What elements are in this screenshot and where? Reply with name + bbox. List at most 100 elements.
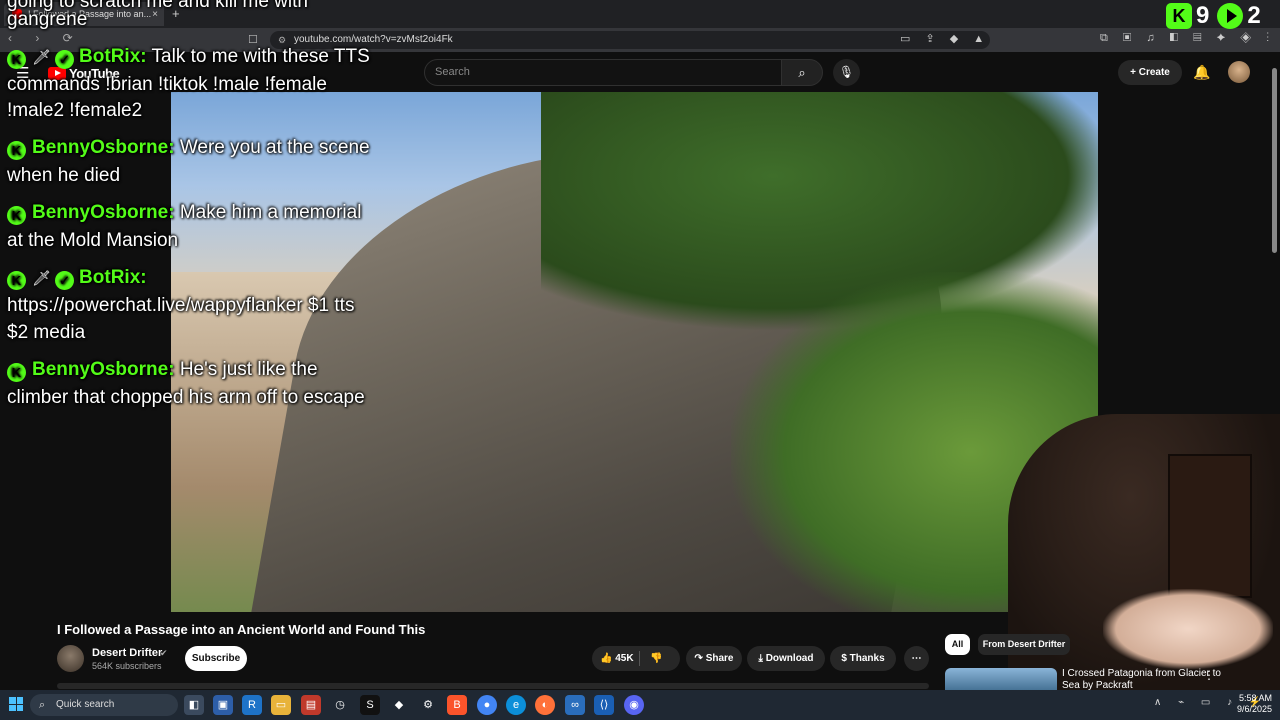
video-title: I Followed a Passage into an Ancient Wor… — [57, 622, 426, 637]
share-label: Share — [705, 653, 734, 664]
chat-text: Talk to me with these TTS — [151, 46, 370, 67]
kick-badge-icon: K — [7, 206, 26, 225]
chat-text-line: commands !brian !tiktok !male !female — [7, 74, 327, 95]
kick-badge-icon: K — [7, 271, 26, 290]
taskbar-app-icon[interactable]: R — [242, 695, 262, 715]
notifications-bell-icon[interactable]: 🔔 — [1193, 64, 1210, 81]
share-icon: ↷ — [694, 653, 703, 664]
taskbar-search[interactable]: ⌕ Quick search — [30, 694, 178, 716]
windows-start-icon[interactable] — [9, 697, 23, 711]
subscriber-count: 564K subscribers — [92, 661, 162, 671]
download-label: Download — [765, 653, 814, 664]
subscribe-button[interactable]: Subscribe — [185, 646, 247, 671]
kick-badge-icon: K — [7, 50, 26, 69]
clock-date: 9/6/2025 — [1236, 704, 1272, 714]
chat-text: He's just like the — [179, 359, 318, 380]
kick-play-icon — [1217, 3, 1244, 29]
chat-username: BennyOsborne: — [32, 137, 175, 158]
thanks-label: Thanks — [849, 653, 885, 664]
kick-badge-icon: K — [7, 363, 26, 382]
taskbar-app-icon[interactable]: ◧ — [184, 695, 204, 715]
taskbar-clock[interactable]: 5:58 AM 9/6/2025 — [1230, 693, 1272, 715]
firefox-icon[interactable]: ◐ — [535, 695, 555, 715]
chat-username: BotRix: — [79, 267, 147, 288]
sword-badge-icon: 🗡 — [32, 49, 52, 66]
edge-icon[interactable]: e — [506, 695, 526, 715]
chrome-icon[interactable]: ● — [477, 695, 497, 715]
sword-badge-icon: 🗡 — [32, 270, 52, 287]
chat-text-line: when he died — [7, 165, 121, 186]
verified-check-icon: ✔ — [160, 648, 168, 658]
extensions-icons[interactable]: ⧉ ▣ ♫ ◧ ▤ ✦ ◈ ⋮ — [1100, 32, 1275, 45]
taskbar-app-icon[interactable]: ▣ — [213, 695, 233, 715]
taskbar-search-label: Quick search — [56, 699, 115, 710]
taskbar-app-icon[interactable]: S — [360, 695, 380, 715]
verified-badge-icon: ✓ — [55, 50, 75, 69]
chat-username: BennyOsborne: — [32, 359, 175, 380]
more-actions-button[interactable]: ⋯ — [904, 646, 929, 671]
address-actions-icons[interactable]: ▭ ⇪ ◆ ▲ — [900, 32, 990, 45]
dislike-button[interactable]: 👎 — [650, 646, 662, 671]
taskbar-app-icon[interactable]: ⚙ — [418, 695, 438, 715]
kick-logo-icon: K — [1166, 3, 1192, 29]
chat-username: BennyOsborne: — [32, 202, 175, 223]
taskbar-app-icon[interactable]: ◆ — [389, 695, 409, 715]
like-count: 45K — [615, 653, 634, 664]
taskbar-app-icon[interactable]: ◷ — [330, 695, 350, 715]
chat-message: K 🗡 ✓ BotRix: Talk to me with these TTS — [7, 43, 370, 72]
thumbs-down-icon: 👎 — [650, 653, 663, 664]
thumbs-up-icon: 👍 — [600, 653, 613, 664]
chat-username: BotRix: — [79, 46, 147, 67]
voice-search-icon[interactable]: 🎙 — [833, 59, 860, 86]
avatar[interactable] — [1228, 61, 1250, 83]
chat-text-line: at the Mold Mansion — [7, 230, 179, 251]
search-button[interactable]: ⌕ — [781, 59, 823, 86]
kick-stats: K 9 2 — [1166, 2, 1261, 30]
recommended-more-icon[interactable]: ⋮ — [1203, 668, 1215, 682]
thanks-icon: $ — [841, 653, 847, 664]
description-box[interactable] — [57, 683, 929, 689]
chat-text: Make him a memorial — [179, 202, 362, 223]
chip-all[interactable]: All — [945, 634, 970, 655]
chat-text: Were you at the scene — [179, 137, 370, 158]
download-icon: ⤓ — [758, 653, 763, 664]
page-scrollbar[interactable] — [1270, 60, 1278, 260]
create-button[interactable]: + Create — [1118, 60, 1182, 85]
chat-text-line: https://powerchat.live/wappyflanker $1 t… — [7, 295, 355, 316]
share-button[interactable]: ↷ Share — [686, 646, 742, 671]
clock-time: 5:58 AM — [1238, 693, 1272, 703]
chat-message: K BennyOsborne: Make him a memorial — [7, 199, 361, 227]
like-separator — [639, 651, 640, 666]
chat-text-line: !male2 !female2 — [7, 100, 143, 121]
chat-partial-line: gangrene — [7, 9, 88, 30]
webcam-person — [1103, 589, 1273, 669]
search-icon: ⌕ — [39, 699, 46, 711]
chat-message: K 🗡 ✓ BotRix: — [7, 264, 147, 293]
file-explorer-icon[interactable]: ▭ — [271, 695, 291, 715]
discord-icon[interactable]: ◉ — [624, 695, 644, 715]
thanks-button[interactable]: $ Thanks — [830, 646, 896, 671]
search-icon: ⌕ — [798, 65, 806, 80]
taskbar-app-icon[interactable]: ▤ — [301, 695, 321, 715]
chip-from-channel[interactable]: From Desert Drifter — [978, 634, 1070, 655]
kick-viewer-count: 9 — [1196, 2, 1210, 29]
chat-text-line: $2 media — [7, 322, 86, 343]
vscode-icon[interactable]: ⟨⟩ — [594, 695, 614, 715]
brave-browser-icon[interactable]: B — [447, 695, 467, 715]
chat-message: K BennyOsborne: He's just like the — [7, 356, 318, 384]
kick-badge-icon: K — [7, 141, 26, 160]
recommended-title[interactable]: I Crossed Patagonia from Glacier to Sea … — [1062, 668, 1222, 692]
url-field[interactable]: ⚙ youtube.com/watch?v=zvMst2oi4Fk — [270, 31, 990, 49]
download-button[interactable]: ⤓ Download — [747, 646, 825, 671]
like-button[interactable]: 👍 45K — [600, 646, 634, 671]
verified-badge-icon: ✓ — [55, 271, 75, 290]
search-input[interactable]: Search — [424, 59, 782, 86]
webcam-door — [1168, 454, 1252, 598]
channel-name[interactable]: Desert Drifter — [92, 647, 162, 659]
channel-avatar[interactable] — [57, 645, 84, 672]
video-player[interactable] — [171, 92, 1098, 612]
kick-second-count: 2 — [1247, 2, 1261, 29]
chat-message: K BennyOsborne: Were you at the scene — [7, 134, 370, 162]
chat-text-line: climber that chopped his arm off to esca… — [7, 387, 365, 408]
taskbar-app-icon[interactable]: ∞ — [565, 695, 585, 715]
